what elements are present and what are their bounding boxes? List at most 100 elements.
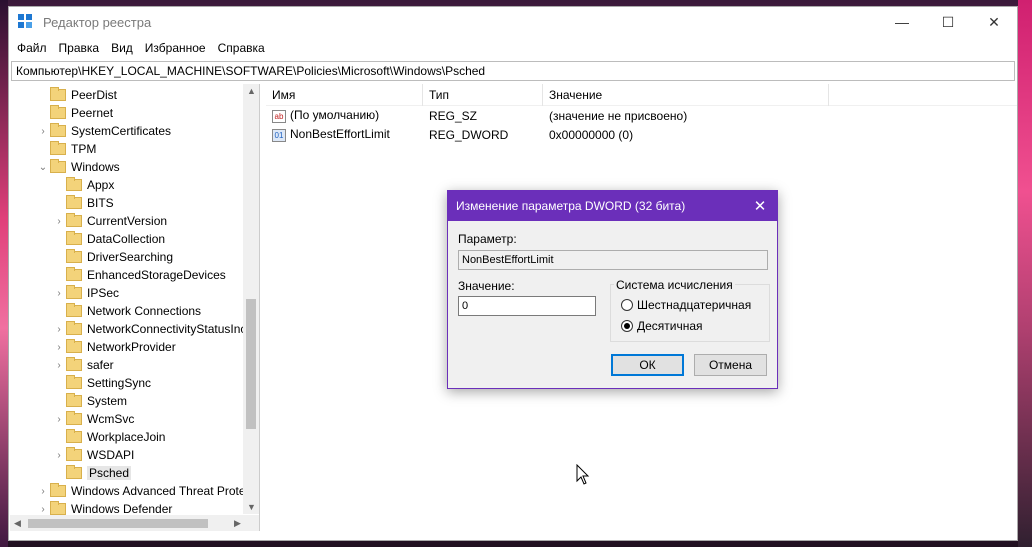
dialog-title: Изменение параметра DWORD (32 бита)	[456, 199, 686, 213]
collapse-arrow-icon[interactable]: ⌄	[36, 162, 50, 173]
radio-hexadecimal-label: Шестнадцатеричная	[637, 298, 752, 312]
tree-item[interactable]: › NetworkConnectivityStatusInc	[52, 320, 246, 338]
folder-icon	[66, 465, 82, 479]
expand-arrow-icon[interactable]: ›	[52, 216, 66, 227]
tree-item[interactable]: › Windows Advanced Threat Prote	[36, 482, 246, 500]
column-value[interactable]: Значение	[543, 83, 829, 106]
tree-item[interactable]: DataCollection	[52, 230, 165, 248]
minimize-button[interactable]: —	[879, 7, 925, 37]
tree-item-label: WcmSvc	[87, 412, 135, 426]
expand-arrow-icon[interactable]: ›	[36, 126, 50, 137]
list-header: Имя Тип Значение	[266, 83, 1017, 106]
folder-icon	[66, 339, 82, 353]
tree-item[interactable]: Peernet	[36, 104, 113, 122]
tree-item-label: TPM	[71, 142, 97, 156]
registry-tree: › Windows Defender › Windows Advanced Threa…	[10, 84, 260, 531]
tree-item[interactable]: BITS	[52, 194, 114, 212]
folder-icon	[66, 213, 82, 227]
tree-item[interactable]: › WSDAPI	[52, 446, 134, 464]
column-type[interactable]: Тип	[423, 83, 543, 106]
tree-horizontal-scrollbar[interactable]: ◀ ▶	[10, 515, 259, 531]
expand-arrow-icon[interactable]: ›	[52, 450, 66, 461]
value-type: REG_DWORD	[429, 127, 509, 142]
value-name: NonBestEffortLimit	[290, 127, 390, 142]
tree-item-label: safer	[87, 358, 114, 372]
expand-arrow-icon[interactable]: ›	[52, 414, 66, 425]
tree-item[interactable]: TPM	[36, 140, 96, 158]
folder-icon	[66, 195, 82, 209]
scroll-up-icon[interactable]: ▲	[247, 86, 256, 96]
expand-arrow-icon[interactable]: ›	[52, 324, 66, 335]
expand-arrow-icon[interactable]: ›	[36, 504, 50, 515]
folder-icon	[66, 285, 82, 299]
tree-item[interactable]: › NetworkProvider	[52, 338, 176, 356]
expand-arrow-icon[interactable]: ›	[52, 288, 66, 299]
desktop-background-left	[0, 0, 8, 547]
scroll-down-icon[interactable]: ▼	[247, 502, 256, 512]
tree-item[interactable]: › WcmSvc	[52, 410, 134, 428]
dialog-close-button[interactable]: ✕	[743, 191, 777, 221]
menu-file[interactable]: Файл	[11, 41, 53, 55]
value-data-input[interactable]: 0	[458, 296, 596, 316]
tree-item[interactable]: › SystemCertificates	[36, 122, 171, 140]
tree-item-label: Windows Advanced Threat Prote	[71, 484, 246, 498]
address-bar[interactable]: Компьютер\HKEY_LOCAL_MACHINE\SOFTWARE\Po…	[11, 61, 1015, 81]
radio-off-icon	[621, 299, 633, 311]
tree-item[interactable]: Appx	[52, 176, 114, 194]
list-row[interactable]: 01 NonBestEffortLimit REG_DWORD 0x0000000…	[266, 125, 1017, 144]
radio-on-icon	[621, 320, 633, 332]
registry-editor-icon	[18, 14, 34, 30]
tree-item-label: DriverSearching	[87, 250, 174, 264]
maximize-button[interactable]: ☐	[925, 7, 971, 37]
dword-value-icon: 01	[272, 128, 286, 142]
tree-item[interactable]: Psched	[52, 464, 132, 482]
ok-button[interactable]: ОК	[611, 354, 684, 376]
folder-icon	[66, 393, 82, 407]
tree-item[interactable]: DriverSearching	[52, 248, 173, 266]
folder-icon	[66, 177, 82, 191]
menu-view[interactable]: Вид	[105, 41, 139, 55]
tree-item-label: Network Connections	[87, 304, 202, 318]
tree-item[interactable]: PeerDist	[36, 86, 117, 104]
scroll-right-icon[interactable]: ▶	[234, 518, 241, 529]
close-button[interactable]: ✕	[971, 7, 1017, 37]
tree-item-label: NetworkProvider	[87, 340, 176, 354]
expand-arrow-icon[interactable]: ›	[52, 360, 66, 371]
dialog-title-bar[interactable]: Изменение параметра DWORD (32 бита) ✕	[448, 191, 777, 221]
tree-vertical-scroll-thumb[interactable]	[246, 299, 256, 429]
tree-item[interactable]: › CurrentVersion	[52, 212, 167, 230]
base-group-title: Система исчисления	[614, 278, 735, 292]
tree-item[interactable]: Network Connections	[52, 302, 201, 320]
folder-icon	[66, 231, 82, 245]
tree-item[interactable]: System	[52, 392, 127, 410]
folder-icon	[66, 429, 82, 443]
tree-item-label: System	[87, 394, 128, 408]
tree-item[interactable]: SettingSync	[52, 374, 151, 392]
value-data: 0x00000000 (0)	[549, 127, 634, 142]
tree-item[interactable]: › IPSec	[52, 284, 119, 302]
mouse-pointer-icon	[576, 464, 590, 485]
tree-item[interactable]: ⌄ Windows	[36, 158, 120, 176]
title-bar[interactable]: Редактор реестра — ☐ ✕	[9, 7, 1017, 37]
tree-item[interactable]: › safer	[52, 356, 114, 374]
scroll-left-icon[interactable]: ◀	[14, 518, 21, 529]
value-name: (По умолчанию)	[290, 108, 380, 123]
menu-help[interactable]: Справка	[212, 41, 271, 55]
tree-vertical-scrollbar[interactable]: ▲ ▼	[243, 84, 259, 514]
radio-hexadecimal[interactable]: Шестнадцатеричная	[621, 298, 751, 312]
tree-item-label: Psched	[87, 466, 132, 480]
radio-decimal[interactable]: Десятичная	[621, 319, 703, 333]
menu-favorites[interactable]: Избранное	[139, 41, 212, 55]
expand-arrow-icon[interactable]: ›	[52, 342, 66, 353]
folder-icon	[66, 447, 82, 461]
column-name[interactable]: Имя	[266, 83, 423, 106]
param-name-field: NonBestEffortLimit	[458, 250, 768, 270]
tree-item-label: CurrentVersion	[87, 214, 168, 228]
menu-edit[interactable]: Правка	[53, 41, 106, 55]
tree-item[interactable]: EnhancedStorageDevices	[52, 266, 226, 284]
tree-item[interactable]: WorkplaceJoin	[52, 428, 165, 446]
expand-arrow-icon[interactable]: ›	[36, 486, 50, 497]
cancel-button[interactable]: Отмена	[694, 354, 767, 376]
list-row[interactable]: ab (По умолчанию) REG_SZ (значение не при…	[266, 106, 1017, 125]
tree-horizontal-scroll-thumb[interactable]	[28, 519, 208, 528]
